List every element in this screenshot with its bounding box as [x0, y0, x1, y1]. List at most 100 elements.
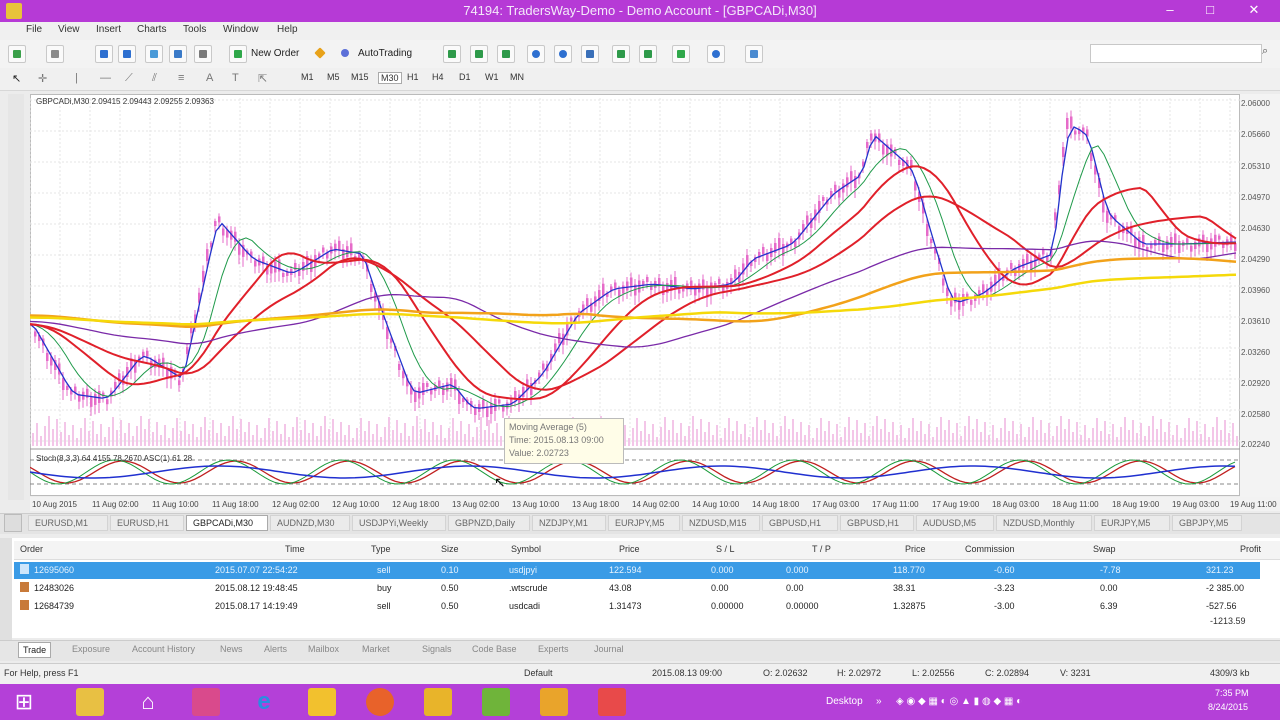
- candlestick-icon[interactable]: [470, 45, 488, 63]
- menu-insert[interactable]: Insert: [96, 24, 121, 35]
- autotrading-button[interactable]: AutoTrading: [358, 48, 412, 59]
- timeframe-m5[interactable]: M5: [327, 72, 340, 82]
- chart-tab[interactable]: EURUSD,H1: [110, 515, 184, 531]
- search-icon[interactable]: ⌕: [1262, 45, 1268, 58]
- chart-tab[interactable]: AUDNZD,M30: [270, 515, 350, 531]
- chart-tab[interactable]: AUDUSD,M5: [916, 515, 994, 531]
- menu-file[interactable]: File: [26, 24, 42, 35]
- timeframe-m30[interactable]: M30: [378, 72, 402, 84]
- chart-tab[interactable]: GBPUSD,H1: [762, 515, 838, 531]
- market-watch-icon[interactable]: [95, 45, 113, 63]
- line-chart-icon[interactable]: [497, 45, 515, 63]
- chart-tab[interactable]: GBPUSD,H1: [840, 515, 914, 531]
- menu-tools[interactable]: Tools: [183, 24, 206, 35]
- zoom-out-icon[interactable]: [554, 45, 572, 63]
- col-order[interactable]: Order: [20, 544, 43, 554]
- close-button[interactable]: ✕: [1230, 0, 1278, 20]
- arrows-icon[interactable]: ⇱: [258, 72, 267, 85]
- col-size[interactable]: Size: [441, 544, 459, 554]
- col-time[interactable]: Time: [285, 544, 305, 554]
- chart-tab[interactable]: GBPNZD,Daily: [448, 515, 530, 531]
- vertical-line-icon[interactable]: |: [75, 72, 78, 84]
- bar-chart-icon[interactable]: [443, 45, 461, 63]
- menu-window[interactable]: Window: [223, 24, 259, 35]
- timeframe-mn[interactable]: MN: [510, 72, 524, 82]
- order-row[interactable]: 12483026 2015.08.12 19:48:45 buy 0.50 .wtscr…: [14, 580, 1260, 597]
- search-input[interactable]: [1090, 44, 1262, 63]
- clock-time[interactable]: 7:35 PM: [1215, 688, 1249, 698]
- chart-tab[interactable]: NZDJPY,M1: [532, 515, 606, 531]
- templates-icon[interactable]: [745, 45, 763, 63]
- trendline-icon[interactable]: ⟋: [125, 72, 133, 85]
- terminal-tab[interactable]: Mailbox: [304, 642, 343, 658]
- minimize-button[interactable]: –: [1150, 0, 1190, 20]
- timeframe-w1[interactable]: W1: [485, 72, 499, 82]
- terminal-tab[interactable]: Exposure: [68, 642, 114, 658]
- col-current-price[interactable]: Price: [905, 544, 926, 554]
- col-sl[interactable]: S / L: [716, 544, 735, 554]
- tester-icon[interactable]: [194, 45, 212, 63]
- clock-date[interactable]: 8/24/2015: [1208, 702, 1248, 712]
- navigator-icon[interactable]: [145, 45, 163, 63]
- col-tp[interactable]: T / P: [812, 544, 831, 554]
- col-profit[interactable]: Profit: [1240, 544, 1261, 554]
- zoom-in-icon[interactable]: [527, 45, 545, 63]
- terminal-tab[interactable]: Account History: [128, 642, 199, 658]
- home-icon[interactable]: ⌂: [134, 688, 162, 716]
- new-chart-icon[interactable]: [8, 45, 26, 63]
- apps-icon[interactable]: [192, 688, 220, 716]
- col-type[interactable]: Type: [371, 544, 391, 554]
- indicators-icon[interactable]: [672, 45, 690, 63]
- file-explorer-icon[interactable]: [76, 688, 104, 716]
- timeframe-m1[interactable]: M1: [301, 72, 314, 82]
- chart-shift-icon[interactable]: [639, 45, 657, 63]
- price-chart[interactable]: [30, 94, 1240, 496]
- timeframe-m15[interactable]: M15: [351, 72, 369, 82]
- col-symbol[interactable]: Symbol: [511, 544, 541, 554]
- chart-tab[interactable]: GBPCADi,M30: [186, 515, 268, 531]
- chart-tab[interactable]: NZDUSD,M15: [682, 515, 760, 531]
- fibonacci-icon[interactable]: ≡: [178, 72, 184, 84]
- terminal-tab[interactable]: Market: [358, 642, 394, 658]
- menu-help[interactable]: Help: [277, 24, 298, 35]
- menu-view[interactable]: View: [58, 24, 80, 35]
- new-order-button[interactable]: New Order: [251, 48, 299, 59]
- metaeditor-icon[interactable]: [312, 45, 330, 63]
- crosshair-icon[interactable]: ✛: [38, 72, 47, 85]
- order-row[interactable]: 12684739 2015.08.17 14:19:49 sell 0.50 usdca…: [14, 598, 1260, 615]
- chart-tab[interactable]: EURUSD,M1: [28, 515, 108, 531]
- internet-explorer-icon[interactable]: e: [250, 688, 278, 716]
- terminal-tab[interactable]: Signals: [418, 642, 456, 658]
- timeframe-h4[interactable]: H4: [432, 72, 444, 82]
- chart-tabs-scroll-icon[interactable]: [4, 514, 22, 532]
- chart-tab[interactable]: USDJPYi,Weekly: [352, 515, 446, 531]
- terminal-tab[interactable]: Code Base: [468, 642, 521, 658]
- start-button-icon[interactable]: ⊞: [10, 688, 38, 716]
- terminal-tab[interactable]: Trade: [18, 642, 52, 658]
- channel-icon[interactable]: ⫽: [152, 72, 157, 85]
- app-icon-triangle[interactable]: [598, 688, 626, 716]
- terminal-icon[interactable]: [169, 45, 187, 63]
- text-icon[interactable]: T: [232, 72, 239, 84]
- col-swap[interactable]: Swap: [1093, 544, 1116, 554]
- terminal-tab[interactable]: Alerts: [260, 642, 291, 658]
- new-order-icon[interactable]: [229, 45, 247, 63]
- cursor-icon[interactable]: ↖: [12, 72, 21, 85]
- tray-icons[interactable]: ◈ ◉ ◆ ▦ ◐ ◎ ▲ ▮ ◍ ◆ ▦ ◐: [896, 696, 1022, 707]
- desktop-toolbar[interactable]: Desktop: [826, 696, 863, 707]
- auto-scroll-icon[interactable]: [612, 45, 630, 63]
- terminal-tab[interactable]: Experts: [534, 642, 573, 658]
- chart-tab[interactable]: GBPJPY,M5: [1172, 515, 1242, 531]
- google-drive-icon[interactable]: [308, 688, 336, 716]
- text-label-icon[interactable]: A: [206, 72, 213, 84]
- data-window-icon[interactable]: [118, 45, 136, 63]
- menu-charts[interactable]: Charts: [137, 24, 166, 35]
- col-price[interactable]: Price: [619, 544, 640, 554]
- timeframe-d1[interactable]: D1: [459, 72, 471, 82]
- maximize-button[interactable]: □: [1190, 0, 1230, 20]
- order-row[interactable]: 12695060 2015.07.07 22:54:22 sell 0.10 usdjp…: [14, 562, 1260, 579]
- metatrader-icon[interactable]: [540, 688, 568, 716]
- timeframe-h1[interactable]: H1: [407, 72, 419, 82]
- app-icon-b[interactable]: [424, 688, 452, 716]
- col-commission[interactable]: Commission: [965, 544, 1015, 554]
